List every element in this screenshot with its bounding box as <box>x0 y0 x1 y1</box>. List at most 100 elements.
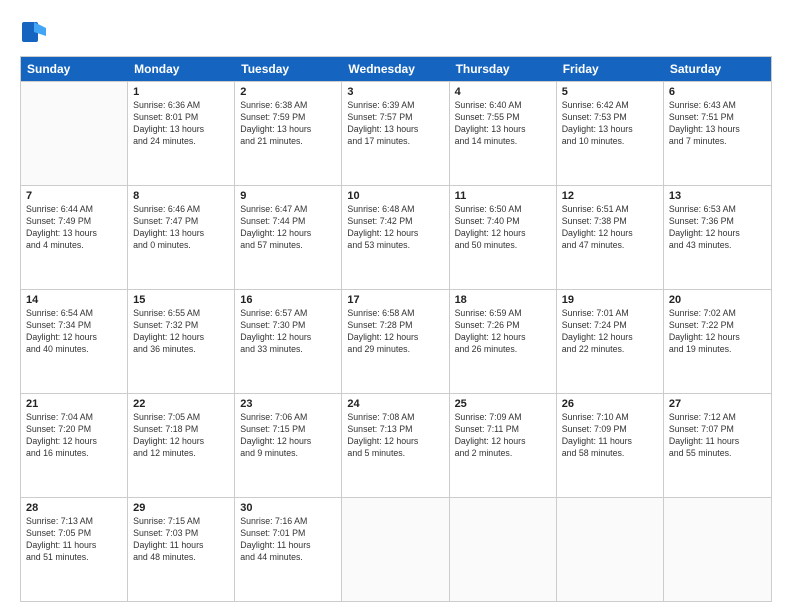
calendar: SundayMondayTuesdayWednesdayThursdayFrid… <box>20 56 772 602</box>
day-info: Sunrise: 7:16 AM Sunset: 7:01 PM Dayligh… <box>240 516 336 564</box>
calendar-row: 1 Sunrise: 6:36 AM Sunset: 8:01 PM Daylig… <box>21 81 771 185</box>
calendar-cell: 5 Sunrise: 6:42 AM Sunset: 7:53 PM Daylig… <box>557 82 664 185</box>
day-number: 15 <box>133 294 229 306</box>
day-info: Sunrise: 6:55 AM Sunset: 7:32 PM Dayligh… <box>133 308 229 356</box>
day-info: Sunrise: 6:40 AM Sunset: 7:55 PM Dayligh… <box>455 100 551 148</box>
day-info: Sunrise: 6:38 AM Sunset: 7:59 PM Dayligh… <box>240 100 336 148</box>
day-number: 10 <box>347 190 443 202</box>
day-number: 14 <box>26 294 122 306</box>
calendar-row: 7 Sunrise: 6:44 AM Sunset: 7:49 PM Daylig… <box>21 185 771 289</box>
calendar-cell: 8Sunrise: 6:46 AM Sunset: 7:47 PM Daylig… <box>128 186 235 289</box>
day-info: Sunrise: 7:09 AM Sunset: 7:11 PM Dayligh… <box>455 412 551 460</box>
calendar-cell: 19 Sunrise: 7:01 AM Sunset: 7:24 PM Dayli… <box>557 290 664 393</box>
day-number: 18 <box>455 294 551 306</box>
calendar-cell <box>342 498 449 601</box>
calendar-row: 14 Sunrise: 6:54 AM Sunset: 7:34 PM Dayli… <box>21 289 771 393</box>
calendar-cell: 18Sunrise: 6:59 AM Sunset: 7:26 PM Dayli… <box>450 290 557 393</box>
day-info: Sunrise: 7:01 AM Sunset: 7:24 PM Dayligh… <box>562 308 658 356</box>
day-number: 4 <box>455 86 551 98</box>
calendar-row: 28 Sunrise: 7:13 AM Sunset: 7:05 PM Dayli… <box>21 497 771 601</box>
calendar-cell: 26 Sunrise: 7:10 AM Sunset: 7:09 PM Dayli… <box>557 394 664 497</box>
day-number: 21 <box>26 398 122 410</box>
day-info: Sunrise: 6:44 AM Sunset: 7:49 PM Dayligh… <box>26 204 122 252</box>
page: SundayMondayTuesdayWednesdayThursdayFrid… <box>0 0 792 612</box>
logo <box>20 18 51 46</box>
day-info: Sunrise: 6:50 AM Sunset: 7:40 PM Dayligh… <box>455 204 551 252</box>
day-number: 9 <box>240 190 336 202</box>
calendar-body: 1 Sunrise: 6:36 AM Sunset: 8:01 PM Daylig… <box>21 81 771 601</box>
day-info: Sunrise: 7:13 AM Sunset: 7:05 PM Dayligh… <box>26 516 122 564</box>
day-number: 11 <box>455 190 551 202</box>
day-info: Sunrise: 6:54 AM Sunset: 7:34 PM Dayligh… <box>26 308 122 356</box>
day-number: 19 <box>562 294 658 306</box>
logo-icon <box>20 18 48 46</box>
weekday-header: Thursday <box>450 57 557 81</box>
day-number: 2 <box>240 86 336 98</box>
calendar-cell <box>450 498 557 601</box>
calendar-cell: 29 Sunrise: 7:15 AM Sunset: 7:03 PM Dayli… <box>128 498 235 601</box>
calendar-cell: 3Sunrise: 6:39 AM Sunset: 7:57 PM Daylig… <box>342 82 449 185</box>
day-number: 28 <box>26 502 122 514</box>
day-info: Sunrise: 6:43 AM Sunset: 7:51 PM Dayligh… <box>669 100 766 148</box>
day-number: 16 <box>240 294 336 306</box>
calendar-cell: 16 Sunrise: 6:57 AM Sunset: 7:30 PM Dayli… <box>235 290 342 393</box>
calendar-cell: 13 Sunrise: 6:53 AM Sunset: 7:36 PM Dayli… <box>664 186 771 289</box>
day-number: 12 <box>562 190 658 202</box>
calendar-cell: 7 Sunrise: 6:44 AM Sunset: 7:49 PM Daylig… <box>21 186 128 289</box>
day-number: 20 <box>669 294 766 306</box>
day-number: 7 <box>26 190 122 202</box>
day-number: 26 <box>562 398 658 410</box>
day-number: 5 <box>562 86 658 98</box>
calendar-cell: 11 Sunrise: 6:50 AM Sunset: 7:40 PM Dayli… <box>450 186 557 289</box>
day-number: 13 <box>669 190 766 202</box>
calendar-cell: 20 Sunrise: 7:02 AM Sunset: 7:22 PM Dayli… <box>664 290 771 393</box>
day-number: 24 <box>347 398 443 410</box>
day-info: Sunrise: 6:42 AM Sunset: 7:53 PM Dayligh… <box>562 100 658 148</box>
day-number: 17 <box>347 294 443 306</box>
weekday-header: Monday <box>128 57 235 81</box>
calendar-header: SundayMondayTuesdayWednesdayThursdayFrid… <box>21 57 771 81</box>
day-number: 30 <box>240 502 336 514</box>
weekday-header: Sunday <box>21 57 128 81</box>
calendar-cell: 24Sunrise: 7:08 AM Sunset: 7:13 PM Dayli… <box>342 394 449 497</box>
calendar-cell: 17 Sunrise: 6:58 AM Sunset: 7:28 PM Dayli… <box>342 290 449 393</box>
calendar-cell: 6 Sunrise: 6:43 AM Sunset: 7:51 PM Daylig… <box>664 82 771 185</box>
calendar-cell: 9 Sunrise: 6:47 AM Sunset: 7:44 PM Daylig… <box>235 186 342 289</box>
calendar-cell: 15 Sunrise: 6:55 AM Sunset: 7:32 PM Dayli… <box>128 290 235 393</box>
day-info: Sunrise: 6:46 AM Sunset: 7:47 PM Dayligh… <box>133 204 229 252</box>
calendar-cell <box>664 498 771 601</box>
calendar-cell: 30 Sunrise: 7:16 AM Sunset: 7:01 PM Dayli… <box>235 498 342 601</box>
calendar-cell: 28 Sunrise: 7:13 AM Sunset: 7:05 PM Dayli… <box>21 498 128 601</box>
calendar-cell: 23Sunrise: 7:06 AM Sunset: 7:15 PM Dayli… <box>235 394 342 497</box>
calendar-cell: 14 Sunrise: 6:54 AM Sunset: 7:34 PM Dayli… <box>21 290 128 393</box>
header <box>20 18 772 46</box>
day-number: 1 <box>133 86 229 98</box>
day-info: Sunrise: 6:36 AM Sunset: 8:01 PM Dayligh… <box>133 100 229 148</box>
day-info: Sunrise: 6:48 AM Sunset: 7:42 PM Dayligh… <box>347 204 443 252</box>
day-number: 25 <box>455 398 551 410</box>
day-info: Sunrise: 6:57 AM Sunset: 7:30 PM Dayligh… <box>240 308 336 356</box>
day-number: 23 <box>240 398 336 410</box>
day-info: Sunrise: 6:47 AM Sunset: 7:44 PM Dayligh… <box>240 204 336 252</box>
weekday-header: Wednesday <box>342 57 449 81</box>
calendar-cell: 4 Sunrise: 6:40 AM Sunset: 7:55 PM Daylig… <box>450 82 557 185</box>
day-number: 29 <box>133 502 229 514</box>
day-info: Sunrise: 7:10 AM Sunset: 7:09 PM Dayligh… <box>562 412 658 460</box>
calendar-cell: 25 Sunrise: 7:09 AM Sunset: 7:11 PM Dayli… <box>450 394 557 497</box>
day-info: Sunrise: 7:15 AM Sunset: 7:03 PM Dayligh… <box>133 516 229 564</box>
day-info: Sunrise: 7:02 AM Sunset: 7:22 PM Dayligh… <box>669 308 766 356</box>
day-number: 22 <box>133 398 229 410</box>
day-info: Sunrise: 6:39 AM Sunset: 7:57 PM Dayligh… <box>347 100 443 148</box>
calendar-cell: 27Sunrise: 7:12 AM Sunset: 7:07 PM Dayli… <box>664 394 771 497</box>
calendar-cell <box>557 498 664 601</box>
calendar-cell: 22 Sunrise: 7:05 AM Sunset: 7:18 PM Dayli… <box>128 394 235 497</box>
weekday-header: Friday <box>557 57 664 81</box>
calendar-cell: 2 Sunrise: 6:38 AM Sunset: 7:59 PM Daylig… <box>235 82 342 185</box>
day-info: Sunrise: 7:12 AM Sunset: 7:07 PM Dayligh… <box>669 412 766 460</box>
day-info: Sunrise: 7:05 AM Sunset: 7:18 PM Dayligh… <box>133 412 229 460</box>
calendar-cell: 12Sunrise: 6:51 AM Sunset: 7:38 PM Dayli… <box>557 186 664 289</box>
calendar-cell: 10 Sunrise: 6:48 AM Sunset: 7:42 PM Dayli… <box>342 186 449 289</box>
day-info: Sunrise: 6:53 AM Sunset: 7:36 PM Dayligh… <box>669 204 766 252</box>
day-number: 6 <box>669 86 766 98</box>
day-info: Sunrise: 6:58 AM Sunset: 7:28 PM Dayligh… <box>347 308 443 356</box>
